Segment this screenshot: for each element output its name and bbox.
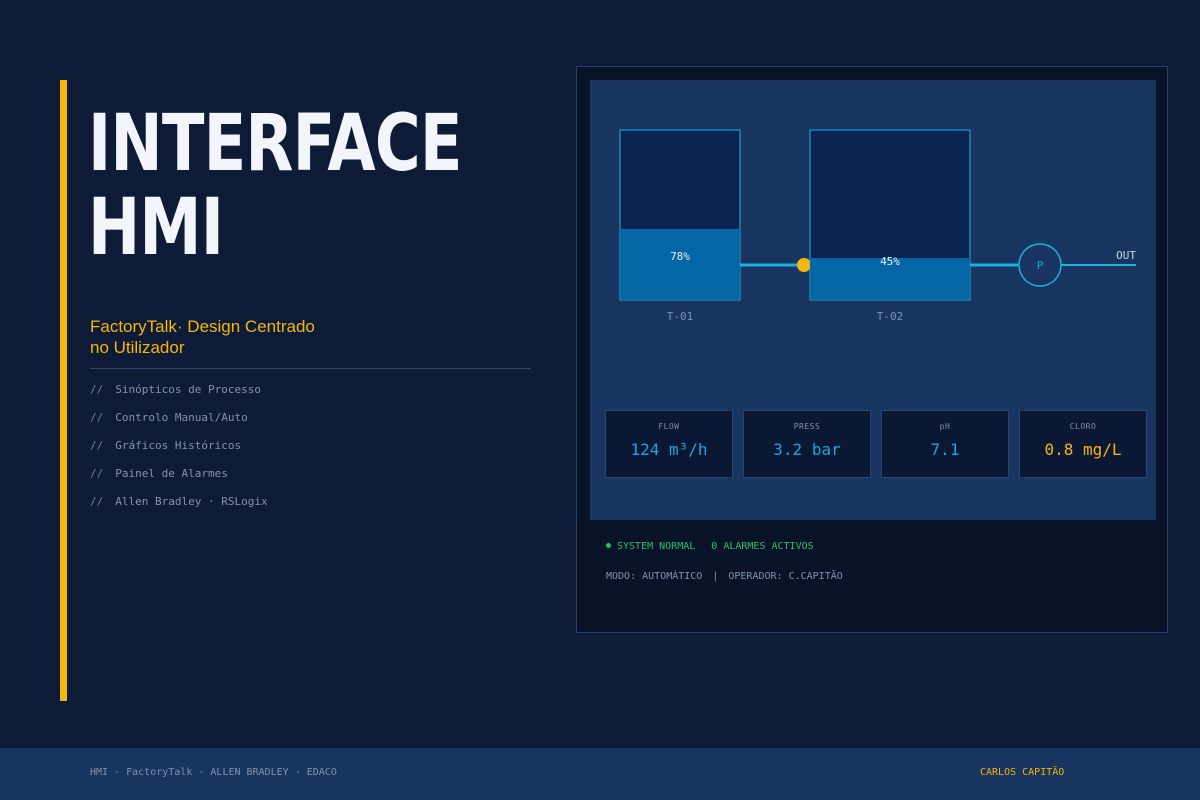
title-line-1: INTERFACE [88,99,462,189]
accent-bar [60,80,67,701]
feature-item: // Gráficos Históricos [90,438,268,466]
feature-label: Controlo Manual/Auto [115,411,248,424]
tank-t01-percent: 78% [670,250,690,263]
kpi-value: 0.8 mg/L [1044,440,1122,459]
status-dot-icon [606,542,611,548]
kpi-label: CLORO [1069,422,1097,431]
feature-item: // Allen Bradley · RSLogix [90,494,268,522]
feature-item: // Sinópticos de Processo [90,382,268,410]
system-status-text: SYSTEM NORMAL [617,541,696,552]
feature-prefix: // [90,439,104,452]
kpi-value: 124 m³/h [630,440,708,459]
kpi-label: FLOW [658,422,680,431]
kpi-label: PRESS [793,422,821,431]
page-title: INTERFACE HMI [88,102,462,270]
out-label: OUT [1116,249,1136,262]
alarms-count[interactable]: 0 ALARMES ACTIVOS [711,541,813,552]
feature-prefix: // [90,467,104,480]
feature-list: // Sinópticos de Processo // Controlo Manu… [90,382,268,522]
feature-label: Sinópticos de Processo [115,383,261,396]
process-diagram: 78% T-01 45% T-02 P OUT [619,129,1136,323]
title-line-2: HMI [88,183,224,273]
subtitle-line-2: no Utilizador [90,338,185,357]
tank-t01-label: T-01 [667,310,694,323]
kpi-value: 7.1 [930,440,960,459]
kpi-flow: FLOW 124 m³/h [605,410,733,478]
feature-prefix: // [90,411,104,424]
separator: | [712,571,719,582]
system-status: SYSTEM NORMAL 0 ALARMES ACTIVOS [606,541,814,552]
subtitle-line-1: FactoryTalk· Design Centrado [90,317,315,336]
feature-label: Allen Bradley · RSLogix [115,495,268,508]
feature-prefix: // [90,383,104,396]
footer-author: CARLOS CAPITÃO [980,767,1065,778]
tank-t01-level [621,229,739,299]
kpi-value: 3.2 bar [773,440,841,459]
feature-item: // Controlo Manual/Auto [90,410,268,438]
valve-icon[interactable] [797,258,811,272]
feature-label: Painel de Alarmes [115,467,228,480]
kpi-press: PRESS 3.2 bar [743,410,871,478]
feature-item: // Painel de Alarmes [90,466,268,494]
pump-label: P [1037,259,1044,272]
subtitle: FactoryTalk· Design Centrado no Utilizad… [90,316,350,358]
operator-text: OPERADOR: C.CAPITÃO [728,571,843,582]
kpi-cloro: CLORO 0.8 mg/L [1019,410,1147,478]
footer: HMI · FactoryTalk · ALLEN BRADLEY · EDAC… [0,748,1200,800]
footer-tags: HMI · FactoryTalk · ALLEN BRADLEY · EDAC… [90,767,337,778]
feature-prefix: // [90,495,104,508]
mode-operator-line: MODO: AUTOMÁTICO | OPERADOR: C.CAPITÃO [606,571,843,582]
kpi-ph: pH 7.1 [881,410,1009,478]
divider [90,368,531,369]
tank-t02-label: T-02 [877,310,904,323]
tank-t02-percent: 45% [880,255,900,268]
mode-text: MODO: AUTOMÁTICO [606,571,703,582]
feature-label: Gráficos Históricos [115,439,242,452]
kpi-label: pH [939,422,951,431]
